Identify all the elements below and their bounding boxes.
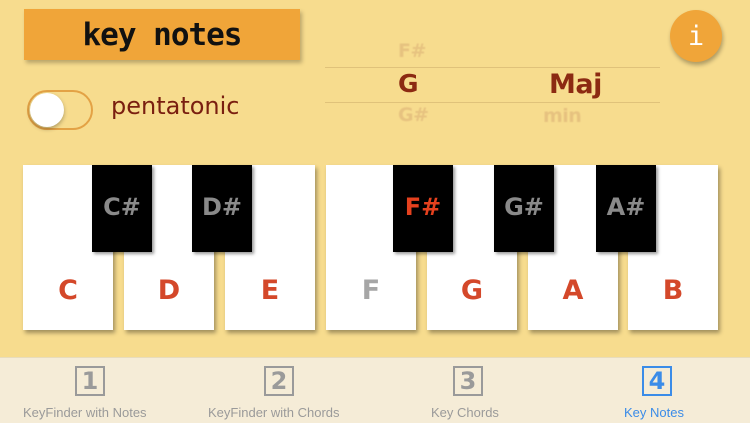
pentatonic-toggle[interactable]	[27, 90, 93, 130]
black-key-label: G#	[504, 193, 544, 221]
tab-number-1-icon: 1	[75, 366, 105, 396]
white-key-label: B	[662, 275, 684, 306]
pentatonic-label: pentatonic	[111, 92, 240, 120]
black-key-g-sharp[interactable]: G#	[494, 165, 554, 252]
tab-key-notes[interactable]: 4 Key Notes	[590, 358, 730, 423]
black-key-f-sharp[interactable]: F#	[393, 165, 453, 252]
tab-label: KeyFinder with Notes	[23, 405, 147, 420]
info-icon: i	[687, 20, 705, 52]
white-key-label: C	[58, 275, 78, 306]
picker-root-below[interactable]: G#	[398, 104, 429, 126]
tab-label: Key Chords	[431, 405, 499, 420]
picker-root-selected[interactable]: G	[398, 69, 419, 98]
white-key-label: E	[260, 275, 280, 306]
tab-key-chords[interactable]: 3 Key Chords	[400, 358, 540, 423]
picker-root-above[interactable]: F#	[398, 40, 426, 62]
white-key-label: A	[562, 275, 584, 306]
tab-number-3-icon: 3	[453, 366, 483, 396]
title-banner: key notes	[24, 9, 300, 60]
picker-divider-bottom	[325, 102, 660, 103]
tab-number-2-icon: 2	[264, 366, 294, 396]
tab-keyfinder-notes[interactable]: 1 KeyFinder with Notes	[0, 358, 180, 423]
black-key-a-sharp[interactable]: A#	[596, 165, 656, 252]
toggle-knob	[30, 93, 64, 127]
black-key-label: C#	[103, 193, 141, 221]
info-button[interactable]: i	[670, 10, 722, 62]
tab-label: Key Notes	[624, 405, 684, 420]
black-key-d-sharp[interactable]: D#	[192, 165, 252, 252]
white-key-label: D	[157, 275, 181, 306]
picker-mode-below[interactable]: min	[543, 105, 582, 127]
black-key-label: A#	[606, 193, 646, 221]
tab-label: KeyFinder with Chords	[208, 405, 340, 420]
black-key-c-sharp[interactable]: C#	[92, 165, 152, 252]
white-key-label: F	[361, 275, 381, 306]
page-title: key notes	[82, 16, 243, 53]
picker-divider-top	[325, 67, 660, 68]
tab-bar: 1 KeyFinder with Notes 2 KeyFinder with …	[0, 357, 750, 423]
tab-number-4-icon: 4	[642, 366, 672, 396]
black-key-label: F#	[404, 193, 442, 221]
picker-mode-selected[interactable]: Maj	[549, 69, 602, 100]
black-key-label: D#	[201, 193, 243, 221]
tab-keyfinder-chords[interactable]: 2 KeyFinder with Chords	[190, 358, 370, 423]
white-key-label: G	[460, 275, 484, 306]
